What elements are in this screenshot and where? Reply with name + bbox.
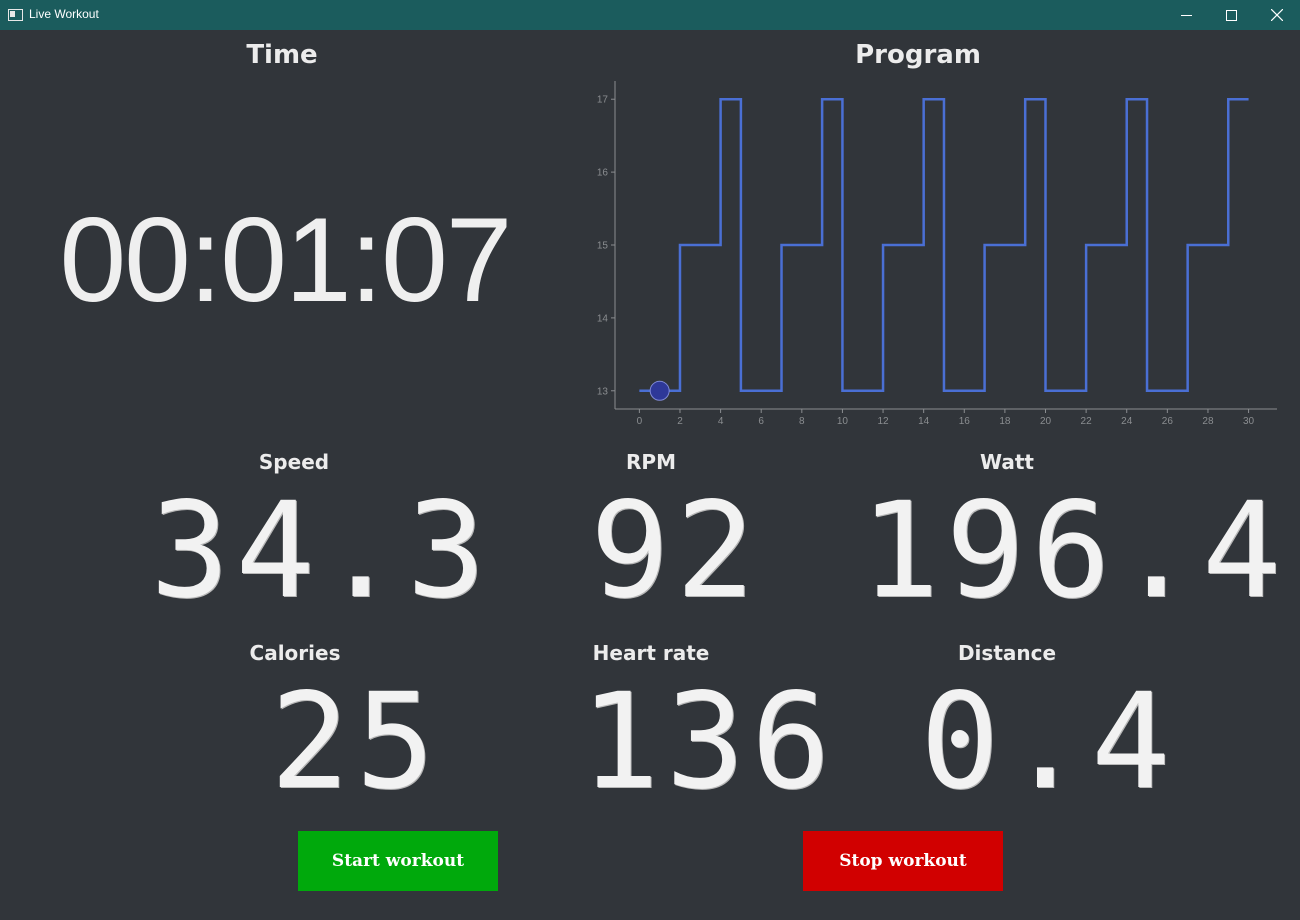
rpm-value: 92 — [590, 474, 761, 628]
minimize-icon — [1180, 14, 1192, 16]
x-tick-label: 8 — [799, 416, 805, 426]
program-chart: 0 2 4 6 8 10 12 14 16 18 20 22 24 26 28 301314151617 — [597, 81, 1277, 426]
calories-label: Calories — [249, 641, 341, 665]
speed-value: 34.3 — [150, 474, 492, 628]
y-tick-label: 13 — [597, 386, 609, 397]
y-tick-label: 16 — [597, 168, 609, 179]
distance-value: 0.4 — [920, 665, 1177, 819]
x-tick-label: 12 — [877, 416, 889, 426]
window-title: Live Workout — [29, 7, 99, 21]
x-tick-label: 4 — [718, 416, 724, 426]
current-position-marker — [649, 380, 670, 401]
start-workout-button[interactable]: Start workout — [298, 831, 498, 891]
heart-rate-value: 136 — [580, 665, 837, 819]
elapsed-time-display: 00:01:07 — [59, 193, 512, 327]
title-bar: Live Workout — [0, 0, 1300, 30]
close-icon — [1271, 9, 1283, 21]
calories-value: 25 — [270, 665, 441, 819]
x-tick-label: 10 — [837, 416, 849, 426]
x-tick-label: 20 — [1040, 416, 1052, 426]
maximize-icon — [1225, 9, 1237, 21]
x-tick-label: 26 — [1162, 416, 1174, 426]
x-tick-label: 0 — [637, 416, 643, 426]
x-tick-label: 28 — [1202, 416, 1214, 426]
program-series-line — [639, 97, 1249, 393]
x-tick-label: 18 — [999, 416, 1011, 426]
y-tick-label: 14 — [597, 313, 609, 324]
x-tick-label: 6 — [758, 416, 764, 426]
stop-workout-button[interactable]: Stop workout — [803, 831, 1003, 891]
y-tick-label: 17 — [597, 95, 609, 106]
x-tick-label: 2 — [677, 416, 683, 426]
distance-label: Distance — [957, 641, 1057, 665]
maximize-button[interactable] — [1208, 0, 1254, 30]
minimize-button[interactable] — [1163, 0, 1209, 30]
heart-rate-label: Heart rate — [592, 641, 710, 665]
app-icon — [8, 9, 23, 21]
y-tick-label: 15 — [597, 241, 609, 252]
close-button[interactable] — [1254, 0, 1300, 30]
time-heading: Time — [246, 40, 318, 70]
x-tick-label: 16 — [959, 416, 971, 426]
x-tick-label: 24 — [1121, 416, 1133, 426]
x-tick-label: 22 — [1081, 416, 1093, 426]
watt-label: Watt — [980, 450, 1034, 474]
program-heading: Program — [855, 40, 981, 70]
x-tick-label: 30 — [1243, 416, 1255, 426]
x-tick-label: 14 — [918, 416, 930, 426]
rpm-label: RPM — [626, 450, 676, 474]
watt-value: 196.4 — [860, 474, 1288, 628]
speed-label: Speed — [258, 450, 330, 474]
